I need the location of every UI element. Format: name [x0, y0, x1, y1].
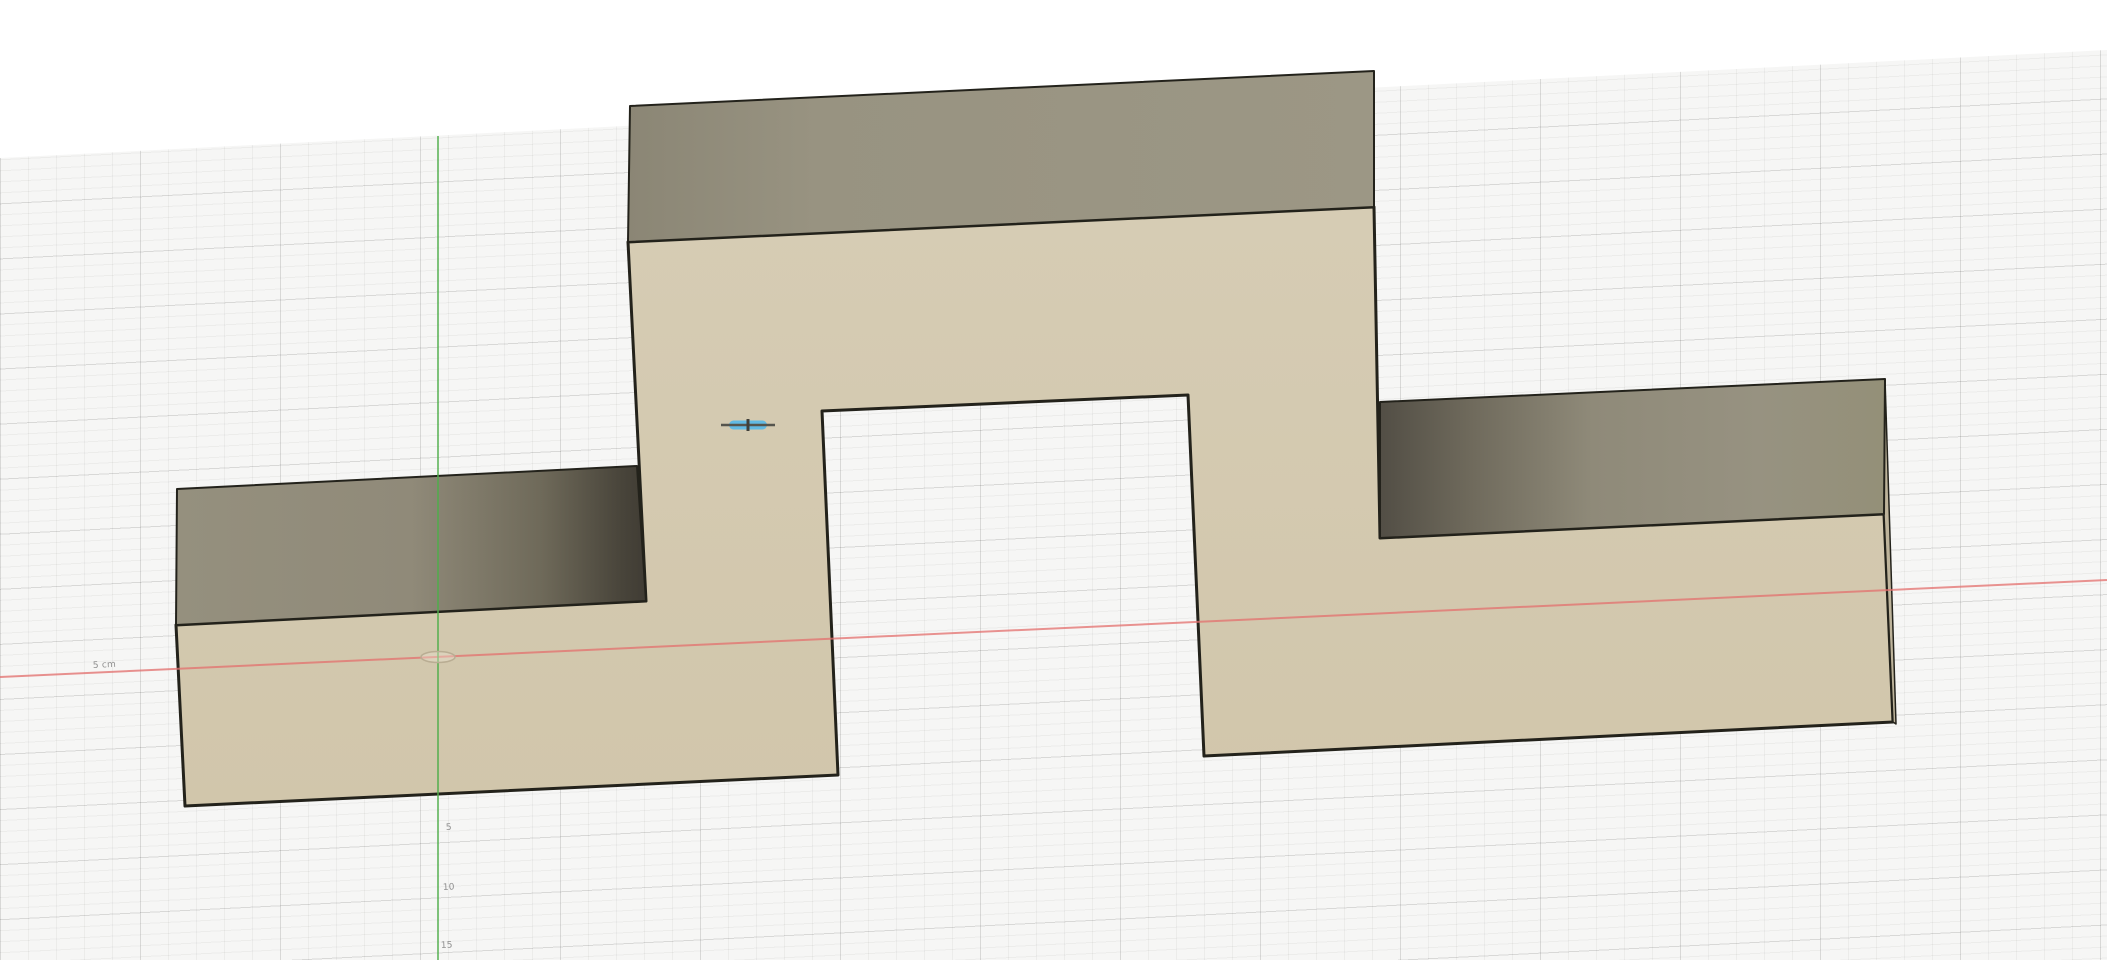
grid-scale-label: 5 cm	[93, 660, 117, 671]
origin-marker	[421, 652, 455, 663]
grid-scale-label: 10	[443, 882, 455, 893]
cad-3d-viewport[interactable]: 5 cm 5 10 15	[0, 0, 2107, 960]
right-step-top-face[interactable]	[1380, 379, 1885, 538]
origin	[421, 652, 455, 663]
left-step-top-face[interactable]	[176, 466, 646, 625]
scene-svg[interactable]: 5 cm 5 10 15	[0, 0, 2107, 960]
model-solid[interactable]	[176, 71, 1896, 806]
grid-scale-label: 5	[446, 823, 452, 833]
grid-scale-label: 15	[441, 940, 453, 951]
